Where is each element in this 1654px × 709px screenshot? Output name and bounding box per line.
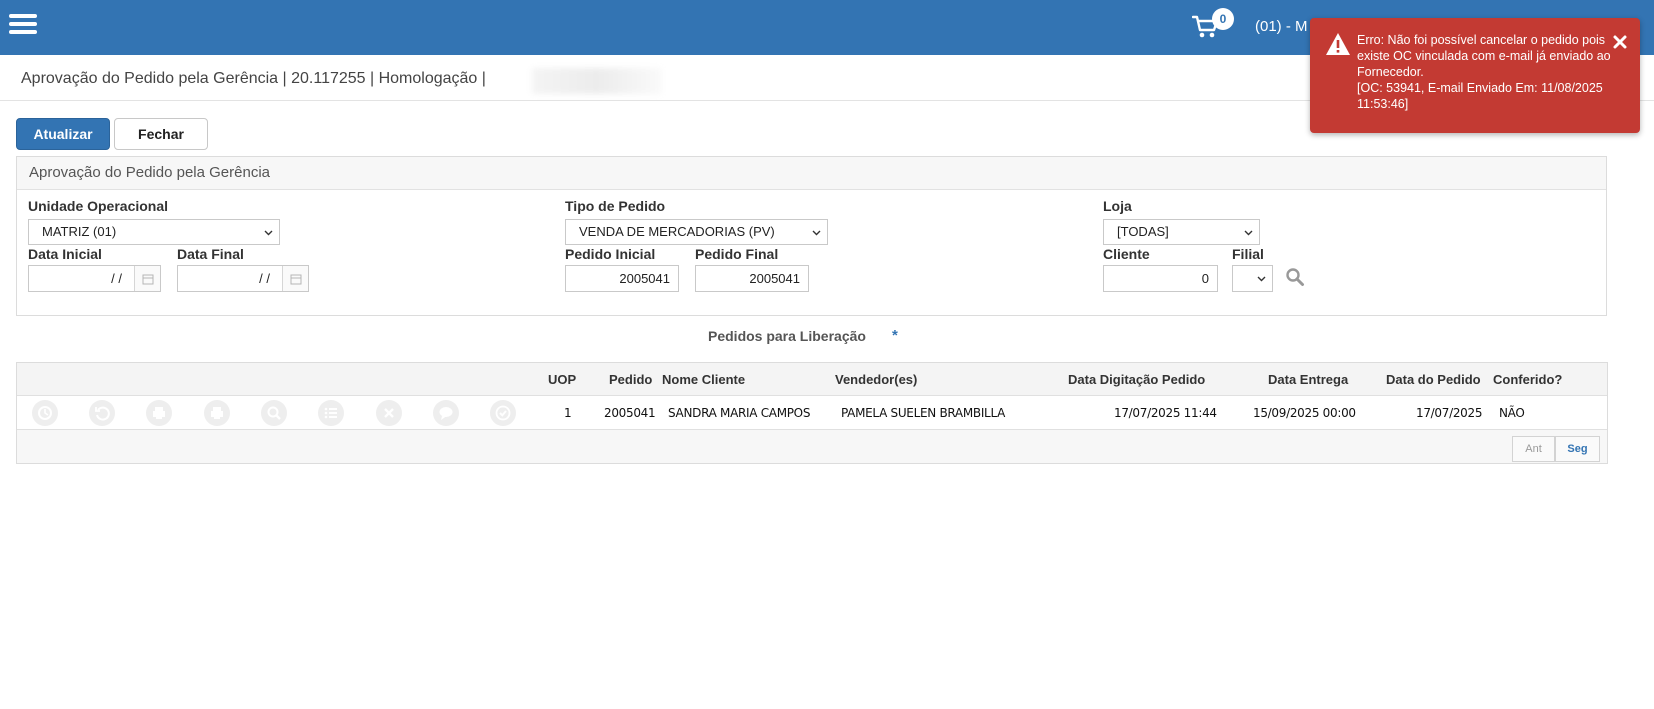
pedido-inicial-input[interactable]: 2005041 — [565, 265, 679, 292]
orders-grid: UOP Pedido Nome Cliente Vendedor(es) Dat… — [16, 362, 1608, 464]
toast-message: Erro: Não foi possível cancelar o pedido… — [1357, 32, 1619, 112]
loja-select[interactable]: [TODAS] — [1103, 219, 1260, 245]
pedido-final-input[interactable]: 2005041 — [695, 265, 809, 292]
tipo-selected-value: VENDA DE MERCADORIAS (PV) — [579, 224, 775, 239]
pager-prev-button[interactable]: Ant — [1512, 436, 1555, 462]
filial-label: Filial — [1232, 246, 1264, 262]
cell-conferido: NÃO — [1499, 406, 1525, 420]
data-final-input[interactable]: / / — [177, 265, 309, 292]
calendar-icon[interactable] — [134, 266, 160, 291]
required-mark: * — [892, 327, 898, 344]
unidade-selected-value: MATRIZ (01) — [42, 224, 117, 239]
cell-data-entrega: 15/09/2025 00:00 — [1253, 406, 1356, 420]
user-company-text[interactable]: (01) - M — [1255, 18, 1308, 35]
print-icon[interactable] — [146, 400, 172, 426]
undo-icon[interactable] — [89, 400, 115, 426]
comment-icon[interactable] — [433, 400, 459, 426]
col-vendedor[interactable]: Vendedor(es) — [835, 372, 917, 387]
col-data-entrega[interactable]: Data Entrega — [1268, 372, 1348, 387]
col-data-pedido[interactable]: Data do Pedido — [1386, 372, 1481, 387]
history-icon[interactable] — [32, 400, 58, 426]
data-final-label: Data Final — [177, 246, 244, 262]
loja-selected-value: [TODAS] — [1117, 224, 1169, 239]
col-uop[interactable]: UOP — [548, 372, 576, 387]
chevron-down-icon — [812, 230, 821, 236]
grid-header: UOP Pedido Nome Cliente Vendedor(es) Dat… — [17, 363, 1607, 396]
tipo-label: Tipo de Pedido — [565, 198, 666, 214]
toast-message-line2: [OC: 53941, E-mail Enviado Em: 11/08/202… — [1357, 81, 1603, 111]
approve-icon[interactable] — [490, 400, 516, 426]
warning-icon — [1326, 33, 1350, 55]
error-toast: Erro: Não foi possível cancelar o pedido… — [1310, 18, 1640, 133]
chevron-down-icon — [264, 230, 273, 236]
filter-panel: Aprovação do Pedido pela Gerência Unidad… — [16, 156, 1607, 316]
cell-data-digitacao: 17/07/2025 11:44 — [1114, 406, 1217, 420]
print-alt-icon[interactable] — [204, 400, 230, 426]
tipo-select[interactable]: VENDA DE MERCADORIAS (PV) — [565, 219, 828, 245]
filial-select[interactable] — [1232, 265, 1273, 292]
cell-uop: 1 — [564, 406, 572, 420]
toast-message-line1: Erro: Não foi possível cancelar o pedido… — [1357, 33, 1611, 79]
calendar-icon[interactable] — [282, 266, 308, 291]
col-data-digitacao[interactable]: Data Digitação Pedido — [1068, 372, 1205, 387]
col-pedido[interactable]: Pedido — [609, 372, 652, 387]
unidade-label: Unidade Operacional — [28, 198, 169, 214]
cliente-label: Cliente — [1103, 246, 1150, 262]
search-icon[interactable] — [1285, 267, 1305, 287]
cart-count-badge: 0 — [1212, 8, 1234, 30]
pedido-final-label: Pedido Final — [695, 246, 779, 262]
col-conferido[interactable]: Conferido? — [1493, 372, 1562, 387]
col-nome-cliente[interactable]: Nome Cliente — [662, 372, 745, 387]
data-inicial-input[interactable]: / / — [28, 265, 161, 292]
cell-nome-cliente: SANDRA MARIA CAMPOS — [668, 406, 811, 420]
cliente-input[interactable]: 0 — [1103, 265, 1218, 292]
cell-pedido: 2005041 — [604, 406, 656, 420]
cell-data-pedido: 17/07/2025 — [1416, 406, 1483, 420]
search-icon[interactable] — [261, 400, 287, 426]
chevron-down-icon — [1257, 276, 1266, 282]
orders-section-title: Pedidos para Liberação — [708, 328, 866, 344]
data-final-value: / / — [259, 271, 270, 286]
redacted-area — [532, 68, 662, 94]
unidade-select[interactable]: MATRIZ (01) — [28, 219, 280, 245]
chevron-down-icon — [1244, 230, 1253, 236]
pedido-inicial-label: Pedido Inicial — [565, 246, 656, 262]
loja-label: Loja — [1103, 198, 1132, 214]
cancel-icon[interactable] — [376, 400, 402, 426]
cell-vendedor: PAMELA SUELEN BRAMBILLA — [841, 406, 1006, 420]
data-inicial-label: Data Inicial — [28, 246, 102, 262]
page-title: Aprovação do Pedido pela Gerência | 20.1… — [21, 70, 486, 87]
panel-title: Aprovação do Pedido pela Gerência — [17, 157, 1606, 190]
list-icon[interactable] — [318, 400, 344, 426]
pager-next-button[interactable]: Seg — [1555, 436, 1600, 462]
table-row[interactable]: 1 2005041 SANDRA MARIA CAMPOS PAMELA SUE… — [17, 396, 1607, 430]
data-inicial-value: / / — [111, 271, 122, 286]
hamburger-menu-icon[interactable] — [9, 14, 37, 34]
close-icon[interactable] — [1612, 34, 1628, 50]
close-button[interactable]: Fechar — [114, 118, 208, 150]
update-button[interactable]: Atualizar — [16, 118, 110, 150]
